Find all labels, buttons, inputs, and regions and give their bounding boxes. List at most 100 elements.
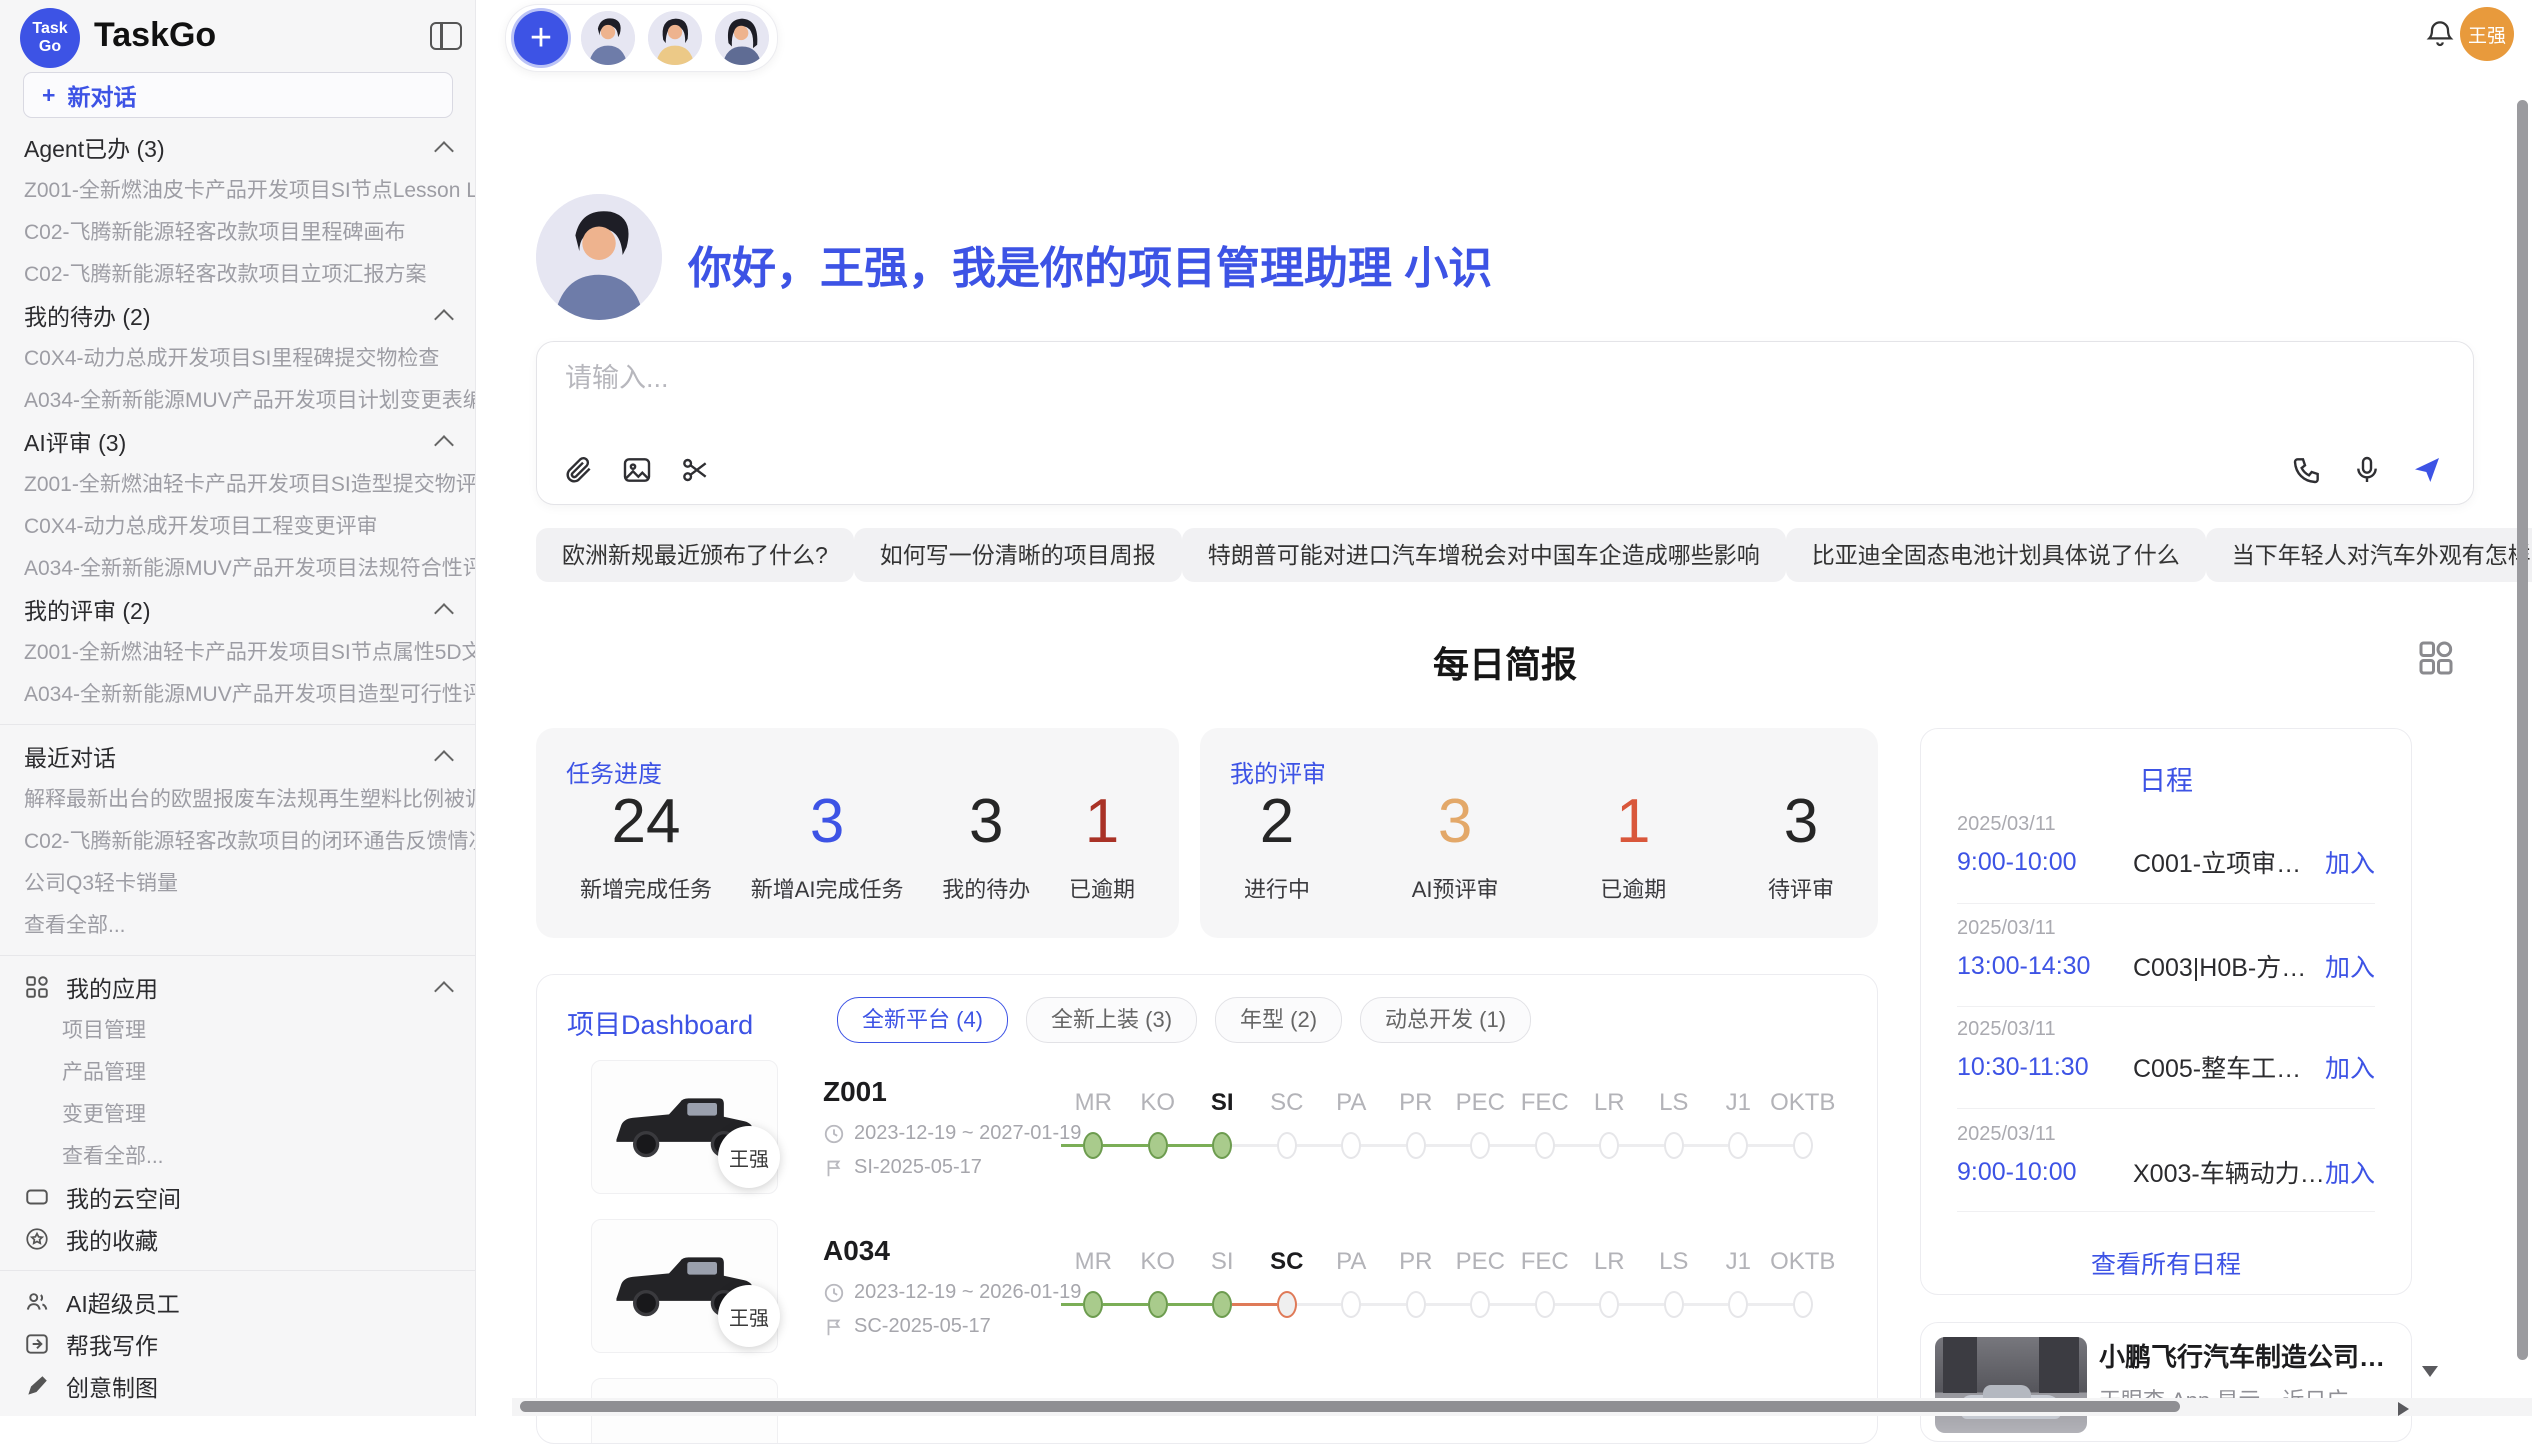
sidebar-collapse-icon[interactable] (430, 22, 462, 50)
app-link-project-mgmt[interactable]: 项目管理 (0, 1008, 475, 1050)
chevron-up-icon[interactable] (434, 603, 454, 623)
notifications-bell-icon[interactable] (2424, 16, 2456, 50)
scroll-right-arrow-icon[interactable] (2398, 1402, 2409, 1416)
join-link[interactable]: 加入 (2325, 1049, 2375, 1085)
creative-drawing-label: 创意制图 (66, 1369, 158, 1403)
milestone-stage: SC (1255, 1086, 1320, 1162)
new-chat-button[interactable]: + 新对话 (23, 72, 453, 118)
recent-chat-item[interactable]: C02-飞腾新能源轻客改款项目的闭环通告反馈情况 (0, 819, 475, 861)
recent-chat-item[interactable]: 公司Q3轻卡销量 (0, 861, 475, 903)
app-title: TaskGo (94, 16, 216, 55)
suggestion-chip[interactable]: 当下年轻人对汽车外观有怎样的喜好趋势 (2206, 528, 2532, 582)
chevron-up-icon[interactable] (434, 141, 454, 161)
layout-grid-icon[interactable] (2416, 638, 2456, 678)
milestone-dot (1470, 1291, 1490, 1318)
cloud-space-label: 我的云空间 (66, 1180, 181, 1214)
app-link-product-mgmt[interactable]: 产品管理 (0, 1050, 475, 1092)
schedule-item: 2025/03/11 10:30-11:30 C005-整车工程目标评审 加入 (1957, 1018, 2375, 1085)
sidebar-item-help-me-write[interactable]: 帮我写作 (0, 1323, 475, 1365)
milestone-dot (1599, 1132, 1619, 1159)
sidebar-item-ai-super-staff[interactable]: AI超级员工 (0, 1281, 475, 1323)
sidebar-item[interactable]: A034-全新新能源MUV产品开发项目造型可行性评审 (0, 672, 475, 714)
paperclip-icon[interactable] (563, 454, 595, 486)
stat: 1已逾期 (1069, 786, 1135, 904)
milestone-stage: MR (1061, 1086, 1126, 1162)
milestone-stage: LS (1642, 1086, 1707, 1162)
join-link[interactable]: 加入 (2325, 844, 2375, 880)
scroll-down-arrow-icon[interactable] (2422, 1366, 2438, 1377)
filter-chip-all-new-platform[interactable]: 全新平台 (4) (837, 997, 1008, 1043)
milestone-stage: PR (1384, 1086, 1449, 1162)
vertical-scrollbar-thumb[interactable] (2517, 100, 2528, 1360)
sidebar-item-cloud-space[interactable]: 我的云空间 (0, 1176, 475, 1218)
chevron-up-icon[interactable] (434, 981, 454, 1001)
chevron-up-icon[interactable] (434, 750, 454, 770)
sidebar-section-my-review[interactable]: 我的评审 (2) (0, 588, 475, 630)
member-avatar[interactable] (581, 11, 635, 65)
horizontal-scrollbar-thumb[interactable] (520, 1401, 2180, 1412)
suggestion-chip[interactable]: 特朗普可能对进口汽车增税会对中国车企造成哪些影响 (1182, 528, 1786, 582)
member-avatar[interactable] (715, 11, 769, 65)
section-title: 我的应用 (66, 970, 158, 1004)
sidebar-item[interactable]: Z001-全新燃油皮卡产品开发项目SI节点Lesson Learn报告 (0, 168, 475, 210)
chevron-up-icon[interactable] (434, 435, 454, 455)
sidebar-section-recent-chats[interactable]: 最近对话 (0, 735, 475, 777)
filter-chip-model-year[interactable]: 年型 (2) (1215, 997, 1342, 1043)
view-all-chats-link[interactable]: 查看全部... (0, 903, 475, 945)
suggestion-chip[interactable]: 欧洲新规最近颁布了什么? (536, 528, 854, 582)
chevron-up-icon[interactable] (434, 309, 454, 329)
user-avatar[interactable]: 王强 (2460, 7, 2514, 61)
people-icon (24, 1289, 50, 1315)
sidebar-section-my-todo[interactable]: 我的待办 (2) (0, 294, 475, 336)
project-owner-badge: 王强 (718, 1285, 780, 1347)
divider (1957, 903, 2375, 904)
sidebar-item[interactable]: C02-飞腾新能源轻客改款项目立项汇报方案 (0, 252, 475, 294)
suggestion-chips: 欧洲新规最近颁布了什么? 如何写一份清晰的项目周报 特朗普可能对进口汽车增税会对… (536, 528, 2474, 582)
news-image (1935, 1337, 2087, 1433)
microphone-icon[interactable] (2351, 454, 2383, 486)
filter-chip-powertrain[interactable]: 动总开发 (1) (1360, 997, 1531, 1043)
sidebar-section-my-apps[interactable]: 我的应用 (0, 966, 475, 1008)
milestone-timeline: MRKOSISCPAPRPECFECLRLSJ1OKTB (1061, 1086, 1835, 1162)
filter-chip-new-body[interactable]: 全新上装 (3) (1026, 997, 1197, 1043)
milestone-dot (1406, 1291, 1426, 1318)
sidebar-item[interactable]: Z001-全新燃油轻卡产品开发项目SI造型提交物评审 (0, 462, 475, 504)
project-dates-text: 2023-12-19 ~ 2026-01-19 (854, 1281, 1081, 1304)
news-card[interactable]: 小鹏飞行汽车制造公司增资 天眼查 App 显示，近日广州汇天飞行汽... (1920, 1322, 2412, 1442)
sidebar-item[interactable]: C02-飞腾新能源轻客改款项目里程碑画布 (0, 210, 475, 252)
stat-label: 待评审 (1768, 872, 1834, 904)
sidebar-item[interactable]: C0X4-动力总成开发项目SI里程碑提交物检查 (0, 336, 475, 378)
sidebar-section-ai-review[interactable]: AI评审 (3) (0, 420, 475, 462)
greeting-text: 你好，王强，我是你的项目管理助理 小识 (688, 232, 1492, 296)
scissors-icon[interactable] (679, 454, 711, 486)
member-avatar[interactable] (648, 11, 702, 65)
suggestion-chip[interactable]: 如何写一份清晰的项目周报 (854, 528, 1182, 582)
app-link-change-mgmt[interactable]: 变更管理 (0, 1092, 475, 1134)
stat-value: 24 (580, 786, 712, 858)
view-all-schedule-link[interactable]: 查看所有日程 (1921, 1245, 2411, 1281)
add-member-button[interactable]: + (514, 11, 568, 65)
join-link[interactable]: 加入 (2325, 1154, 2375, 1190)
sidebar-section-agent-done[interactable]: Agent已办 (3) (0, 126, 475, 168)
project-row[interactable]: 王强 Z001 2023-12-19 ~ 2027-01-19 SI-2025-… (537, 1060, 1877, 1218)
stat: 24新增完成任务 (580, 786, 712, 904)
suggestion-chip[interactable]: 比亚迪全固态电池计划具体说了什么 (1786, 528, 2206, 582)
join-link[interactable]: 加入 (2325, 948, 2375, 984)
sidebar-item[interactable]: A034-全新新能源MUV产品开发项目法规符合性评审 (0, 546, 475, 588)
sidebar-item[interactable]: Z001-全新燃油轻卡产品开发项目SI节点属性5D文件评审 (0, 630, 475, 672)
image-icon[interactable] (621, 454, 653, 486)
sidebar-item-creative-drawing[interactable]: 创意制图 (0, 1365, 475, 1407)
send-icon[interactable] (2411, 454, 2443, 486)
chat-input[interactable] (563, 362, 2167, 395)
stat-value: 1 (1069, 786, 1135, 858)
sidebar-item[interactable]: A034-全新新能源MUV产品开发项目计划变更表编写 (0, 378, 475, 420)
milestone-stage: PEC (1448, 1245, 1513, 1321)
sidebar-item[interactable]: C0X4-动力总成开发项目工程变更评审 (0, 504, 475, 546)
assistant-avatar (536, 194, 662, 320)
recent-chat-item[interactable]: 解释最新出台的欧盟报废车法规再生塑料比例被调至15%... (0, 777, 475, 819)
sidebar-item-favorites[interactable]: 我的收藏 (0, 1218, 475, 1260)
my-review-card: 我的评审 2进行中 3AI预评审 1已逾期 3待评审 (1200, 728, 1878, 938)
phone-icon[interactable] (2291, 454, 2323, 486)
project-row[interactable]: 王强 A034 2023-12-19 ~ 2026-01-19 SC-2025-… (537, 1219, 1877, 1377)
view-all-apps-link[interactable]: 查看全部... (0, 1134, 475, 1176)
